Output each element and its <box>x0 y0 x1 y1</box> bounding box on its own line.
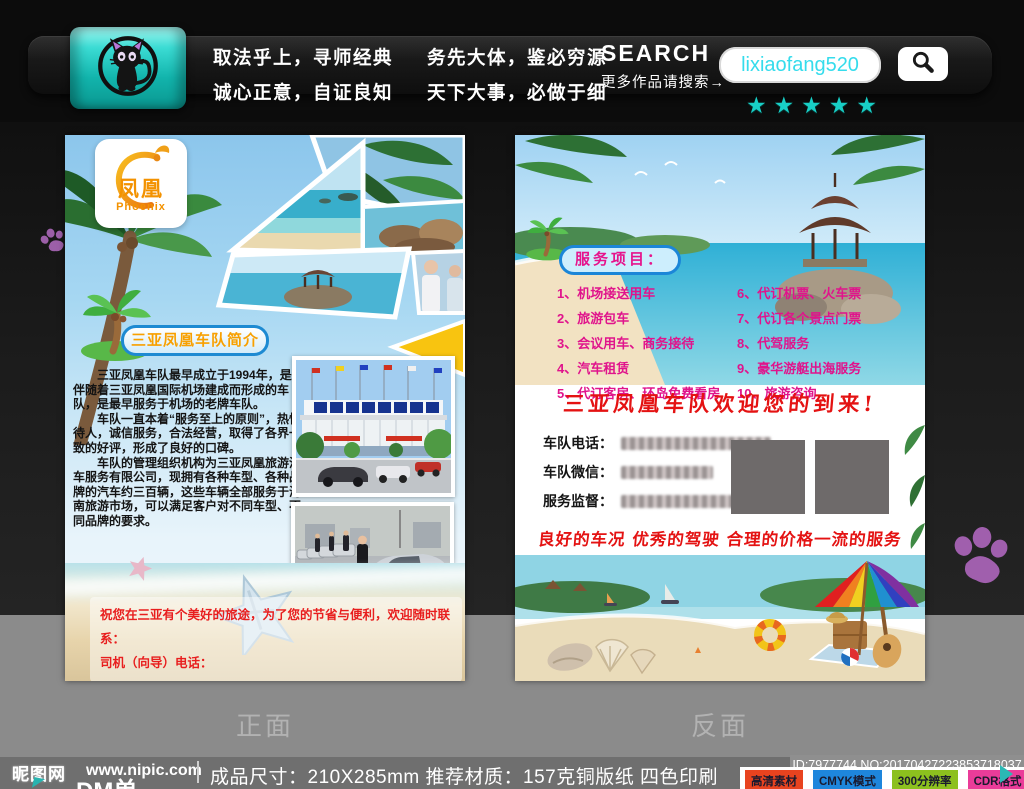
header: 取法乎上，寻师经典 务先大体，鉴必穷源 诚心正意，自证良知 天下大事，必做于细 … <box>0 0 1024 122</box>
caption-front-side: 正面 <box>235 711 294 741</box>
qr-code-placeholder <box>731 440 805 514</box>
search-button[interactable] <box>898 47 948 81</box>
service-item: 7、代订各个景点门票 <box>737 311 862 326</box>
intro-paragraph: 车队一直本着“服务至上的原则”，热忱待人，诚信服务，合法经营，取得了各界一致的好… <box>73 411 302 455</box>
print-spec-text: 成品尺寸：210X285mm 推荐材质：157克铜版纸 四色印刷 <box>210 767 718 788</box>
service-item: 8、代驾服务 <box>737 336 810 351</box>
badge-hd: 高清素材 <box>745 770 803 789</box>
services-title: 服务项目： <box>559 245 681 275</box>
badge-cdr: CDR格式 <box>967 770 1024 789</box>
badge-cmyk: CMYK模式 <box>813 770 882 789</box>
search-block: SEARCH 更多作品请搜索→ <box>601 40 725 92</box>
flyer-front-preview[interactable]: 凤凰 Phoenix 三亚凤凰车队简介 三亚凤凰车队最早成立于1994年，是伴随… <box>65 135 465 681</box>
service-item: 3、会议用车、商务接待 <box>557 336 695 351</box>
contact-note-line1: 祝您在三亚有个美好的旅途，为了您的节省与便利，欢迎随时联系： <box>100 608 451 646</box>
redacted-wechat-value <box>621 465 713 479</box>
palm-leaves-decor <box>897 415 925 560</box>
slogan-4: 天下大事，必做于细 <box>427 82 608 103</box>
service-item: 4、汽车租赁 <box>557 361 630 376</box>
intro-paragraph: 车队的管理组织机构为三亚凤凰旅游汽车服务有限公司，现拥有各种车型、各种品牌的汽车… <box>73 455 302 528</box>
search-title: SEARCH <box>601 40 711 66</box>
slogan-2: 务先大体，鉴必穷源 <box>427 47 608 68</box>
contact-label: 服务监督： <box>543 493 613 509</box>
divider <box>197 761 199 783</box>
flyer-back-preview[interactable]: 服务项目： 1、机场接送用车 2、旅游包车 3、会议用车、商务接待 4、汽车租赁… <box>515 135 925 681</box>
site-watermark-url[interactable]: www.nipic.com <box>86 762 202 780</box>
phoenix-logo: 凤凰 Phoenix <box>95 139 187 228</box>
contact-label: 车队电话： <box>543 435 613 451</box>
welcome-headline: 三亚凤凰车队欢迎您的到来! <box>562 391 878 416</box>
caption-back-side: 反面 <box>690 711 749 741</box>
site-logo[interactable] <box>70 27 186 109</box>
page: 取法乎上，寻师经典 务先大体，鉴必穷源 诚心正意，自证良知 天下大事，必做于细 … <box>0 0 1024 789</box>
watermark-arrow-icon <box>31 776 46 789</box>
qr-code-placeholder <box>815 440 889 514</box>
service-item: 9、豪华游艇出海服务 <box>737 361 862 376</box>
format-badges: 高清素材 CMYK模式 300分辨率 CDR格式 <box>740 767 1024 789</box>
service-item: 1、机场接送用车 <box>557 286 656 301</box>
airport-photo <box>292 356 455 497</box>
next-arrow-icon[interactable] <box>1000 765 1013 783</box>
phoenix-logo-en: Phoenix <box>116 201 166 213</box>
starfish-icon <box>127 555 153 586</box>
front-flyer-contact-note: 祝您在三亚有个美好的旅途，为了您的节省与便利，欢迎随时联系： 司机（向导）电话： <box>90 597 462 681</box>
service-item: 2、旅游包车 <box>557 311 630 326</box>
badge-dpi: 300分辨率 <box>891 770 958 789</box>
search-hint: 更多作品请搜索→ <box>601 75 725 91</box>
slogan-3: 诚心正意，自证良知 <box>213 82 394 103</box>
contact-note-line2: 司机（向导）电话： <box>100 655 213 670</box>
beach-items-photo <box>515 555 925 681</box>
service-item: 6、代订机票、火车票 <box>737 286 862 301</box>
search-input[interactable] <box>719 47 881 83</box>
service-slogan: 良好的车况 优秀的驾驶 合理的价格一流的服务 <box>537 530 903 549</box>
slogan-1: 取法乎上，寻师经典 <box>213 47 394 68</box>
front-flyer-title: 三亚凤凰车队简介 <box>121 325 269 356</box>
bottom-info-bar: 昵图网 DM单 www.nipic.com 成品尺寸：210X285mm 推荐材… <box>0 755 1024 789</box>
cat-logo-icon <box>96 34 160 103</box>
phoenix-logo-cn: 凤凰 <box>118 178 164 201</box>
header-slogans: 取法乎上，寻师经典 务先大体，鉴必穷源 诚心正意，自证良知 天下大事，必做于细 <box>213 44 619 105</box>
front-flyer-intro: 三亚凤凰车队最早成立于1994年，是伴随着三亚凤凰国际机场建成而形成的车队，是最… <box>73 368 301 529</box>
intro-paragraph: 三亚凤凰车队最早成立于1994年，是伴随着三亚凤凰国际机场建成而形成的车队，是最… <box>73 368 292 412</box>
magnifier-icon <box>910 49 936 80</box>
contact-label: 车队微信： <box>543 464 613 480</box>
paw-icon <box>935 511 1019 600</box>
rating-stars: ★★★★★ <box>745 92 885 118</box>
